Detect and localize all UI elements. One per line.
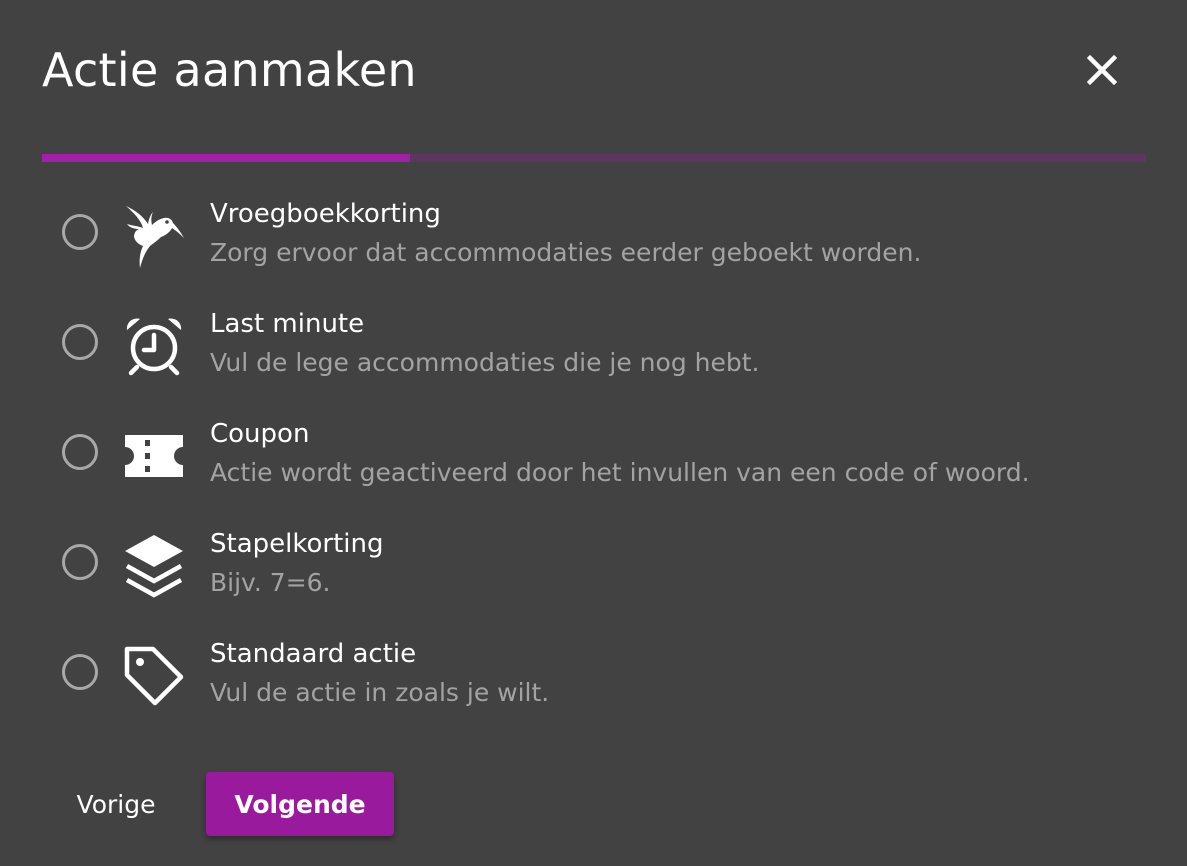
option-title: Coupon	[210, 419, 310, 449]
radio-button[interactable]	[62, 324, 98, 360]
radio-button[interactable]	[62, 434, 98, 470]
next-button[interactable]: Volgende	[206, 772, 394, 836]
tag-icon	[120, 642, 188, 710]
hummingbird-icon	[120, 202, 188, 270]
radio-button[interactable]	[62, 214, 98, 250]
option-description: Vul de actie in zoals je wilt.	[210, 678, 550, 707]
layers-icon	[120, 532, 188, 600]
close-button[interactable]	[1074, 42, 1130, 98]
progress-bar	[42, 154, 1146, 162]
option-vroegboekkorting[interactable]: Vroegboekkorting Zorg ervoor dat accommo…	[42, 180, 1146, 290]
radio-button[interactable]	[62, 544, 98, 580]
option-description: Zorg ervoor dat accommodaties eerder geb…	[210, 238, 922, 267]
option-title: Vroegboekkorting	[210, 199, 441, 229]
option-last-minute[interactable]: Last minute Vul de lege accommodaties di…	[42, 290, 1146, 400]
ticket-icon	[120, 422, 188, 490]
option-title: Stapelkorting	[210, 529, 384, 559]
dialog-title: Actie aanmaken	[42, 43, 417, 97]
radio-button[interactable]	[62, 654, 98, 690]
option-coupon[interactable]: Coupon Actie wordt geactiveerd door het …	[42, 400, 1146, 510]
option-standaard-actie[interactable]: Standaard actie Vul de actie in zoals je…	[42, 620, 1146, 730]
previous-button[interactable]: Vorige	[42, 772, 190, 836]
option-description: Vul de lege accommodaties die je nog heb…	[210, 348, 760, 377]
action-type-list: Vroegboekkorting Zorg ervoor dat accommo…	[42, 180, 1146, 730]
option-title: Standaard actie	[210, 639, 417, 669]
create-action-dialog: Actie aanmaken Vroegboekkorting Zorg erv…	[0, 0, 1187, 866]
option-stapelkorting[interactable]: Stapelkorting Bijv. 7=6.	[42, 510, 1146, 620]
option-description: Bijv. 7=6.	[210, 568, 331, 597]
option-title: Last minute	[210, 309, 365, 339]
progress-bar-fill	[42, 154, 410, 162]
option-description: Actie wordt geactiveerd door het invulle…	[210, 458, 1030, 487]
close-icon	[1086, 54, 1118, 86]
alarm-clock-icon	[120, 312, 188, 380]
